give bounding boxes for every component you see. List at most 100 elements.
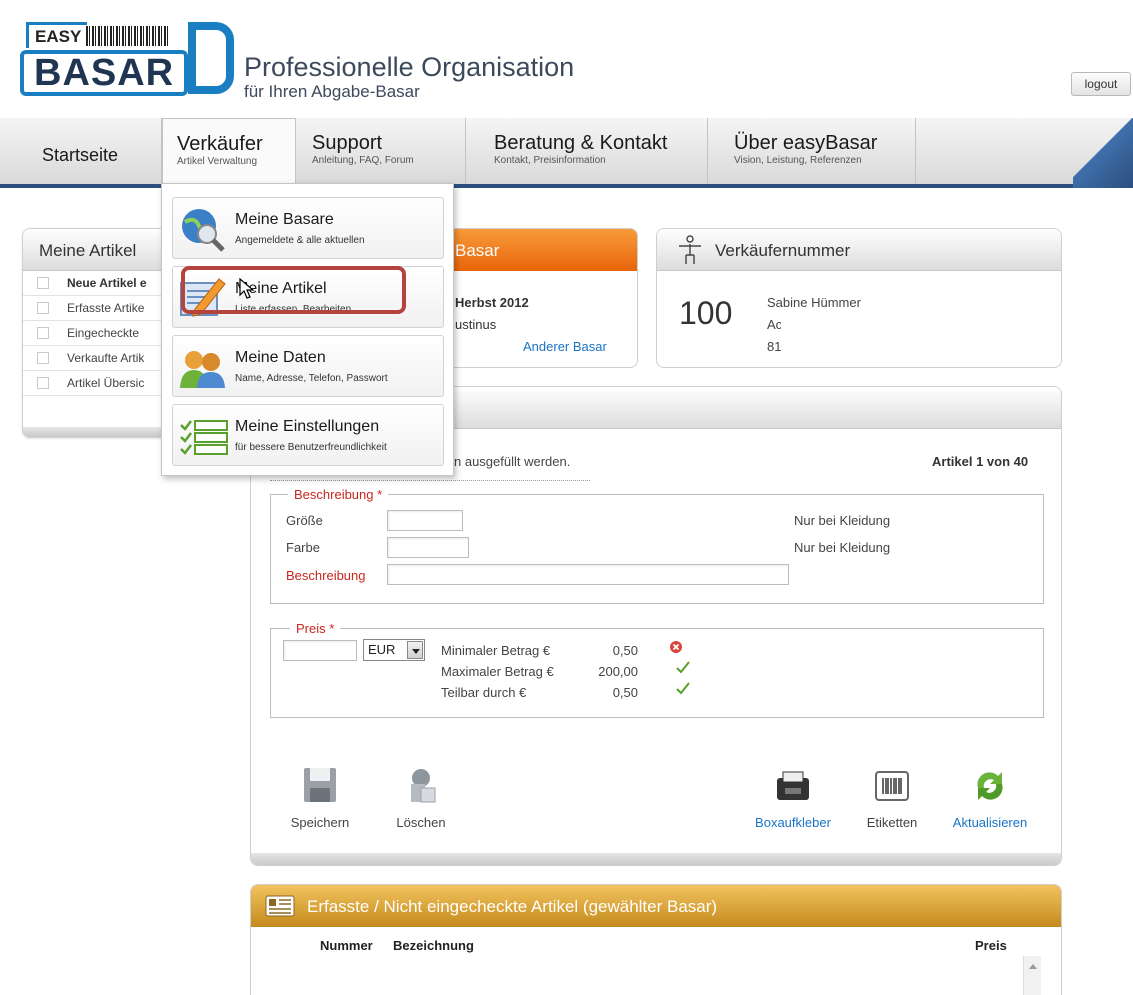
min-betrag-value: 0,50 [612,643,638,658]
speichern-button[interactable]: Speichern [285,766,355,830]
nav-sublabel: Anleitung, FAQ, Forum [312,155,414,166]
column-header-bezeichnung[interactable]: Bezeichnung [393,938,474,953]
seller-name: Sabine Hümmer [767,295,861,310]
logo-basar-text: BASAR [20,50,189,96]
list-item-label: Verkaufte Artik [67,351,145,365]
nav-label: Über easyBasar [734,132,878,154]
min-betrag-label: Minimaler Betrag € [441,643,551,658]
redacted-area [918,50,1070,94]
nav-swoosh [1073,118,1133,188]
nav-beratung-kontakt[interactable]: Beratung & Kontakt Kontakt, Preisinforma… [466,118,708,184]
panel-header: Erfasste / Nicht eingecheckte Artikel (g… [251,885,1061,927]
farbe-input[interactable] [387,537,469,558]
list-item-label: Artikel Übersic [67,376,145,390]
users-icon [180,351,225,388]
action-label: Löschen [396,815,446,830]
beschreibung-input[interactable] [387,564,789,585]
groesse-input[interactable] [387,510,463,531]
basar-name: Herbst 2012 [455,295,529,310]
selection-highlight [181,266,406,314]
menu-item-meine-daten[interactable]: Meine Daten Name, Adresse, Telefon, Pass… [172,335,444,397]
person-icon [679,235,701,264]
menu-item-label: Meine Einstellungen [235,418,380,435]
anderer-basar-link[interactable]: Anderer Basar [523,339,607,354]
checkbox[interactable] [37,302,49,314]
farbe-label: Farbe [286,540,320,555]
column-header-preis[interactable]: Preis [975,938,1007,953]
verkaeufernummer-panel: Verkäufernummer 100 Sabine Hümmer Ac 81 [656,228,1062,368]
action-label: Etiketten [866,815,918,830]
verkaeufer-dropdown-menu: Meine Basare Angemeldete & alle aktuelle… [161,183,454,476]
site-title: Professionelle Organisation [244,52,575,82]
column-header-nummer[interactable]: Nummer [320,938,373,953]
nav-verkaeufer[interactable]: Verkäufer Artikel Verwaltung [162,118,296,186]
seller-address-line2: 81 [767,339,782,354]
main-nav: Startseite Verkäufer Artikel Verwaltung … [0,118,1133,188]
list-item-label: Erfasste Artike [67,301,145,315]
menu-item-meine-basare[interactable]: Meine Basare Angemeldete & alle aktuelle… [172,197,444,259]
chevron-down-icon [407,641,423,659]
max-betrag-label: Maximaler Betrag € [441,664,554,679]
panel-title: Verkäufernummer [715,241,851,260]
check-icon [676,661,690,674]
menu-item-label: Meine Daten [235,349,326,366]
nav-sublabel: Kontakt, Preisinformation [494,155,606,166]
boxaufkleber-button[interactable]: Boxaufkleber [745,766,841,830]
etiketten-button[interactable]: Etiketten [855,766,929,830]
seller-address-line1: Ac [767,317,783,332]
teilbar-label: Teilbar durch € [441,685,527,700]
article-counter: Artikel 1 von 40 [932,454,1029,469]
teilbar-value: 0,50 [612,685,638,700]
currency-select[interactable]: EUR [363,639,425,661]
site-subtitle: für Ihren Abgabe-Basar [244,82,420,101]
list-scrollbar[interactable] [1023,956,1041,995]
logo-b-shape [188,22,234,94]
action-label: Aktualisieren [952,815,1028,830]
floppy-disk-icon [304,768,336,802]
preis-legend: Preis * [290,621,341,636]
logo-barcode [86,26,170,46]
easybasar-logo[interactable]: EASY BASAR [20,22,234,102]
nav-label: Verkäufer [177,133,263,155]
hint-divider [270,480,590,481]
nav-support[interactable]: Support Anleitung, FAQ, Forum [298,118,466,184]
action-label: Boxaufkleber [755,815,831,830]
logout-button[interactable]: logout [1071,72,1131,96]
clothing-note: Nur bei Kleidung [794,540,891,555]
menu-item-sublabel: für bessere Benutzerfreundlichkeit [235,442,387,453]
nav-startseite[interactable]: Startseite [28,118,162,184]
checkbox[interactable] [37,377,49,389]
currency-value: EUR [368,642,396,657]
preis-input[interactable] [283,640,357,661]
groesse-label: Größe [286,513,323,528]
menu-item-label: Meine Basare [235,211,334,228]
loeschen-button[interactable]: Löschen [386,766,456,830]
checklist-icon [180,420,228,455]
page: EASY BASAR Professionelle Organisation f… [0,0,1133,995]
menu-item-meine-einstellungen[interactable]: Meine Einstellungen für bessere Benutzer… [172,404,444,466]
seller-number: 100 [679,295,733,331]
panel-title: Erfasste / Nicht eingecheckte Artikel (g… [307,897,718,916]
basar-location: ustinus [455,317,497,332]
nav-label: Beratung & Kontakt [494,132,668,154]
beschreibung-label: Beschreibung [286,568,366,583]
action-label: Speichern [290,815,350,830]
logo-easy-text: EASY [26,22,88,48]
nav-ueber-easybasar[interactable]: Über easyBasar Vision, Leistung, Referen… [708,118,916,184]
checkbox[interactable] [37,277,49,289]
list-item-label: Eingecheckte [67,326,140,340]
delete-icon [411,769,436,803]
max-betrag-value: 200,00 [598,664,638,679]
menu-item-sublabel: Name, Adresse, Telefon, Passwort [235,373,388,384]
redacted-area [781,315,891,367]
aktualisieren-button[interactable]: Aktualisieren [940,766,1040,830]
checkbox[interactable] [37,352,49,364]
list-item-label: Neue Artikel e [67,276,147,290]
check-icon [676,682,690,695]
panel-footer [251,853,1061,865]
list-document-icon [265,895,295,917]
beschreibung-legend: Beschreibung * [288,487,389,502]
checkbox[interactable] [37,327,49,339]
scroll-up-icon[interactable] [1029,964,1037,969]
barcode-label-icon [875,771,909,801]
